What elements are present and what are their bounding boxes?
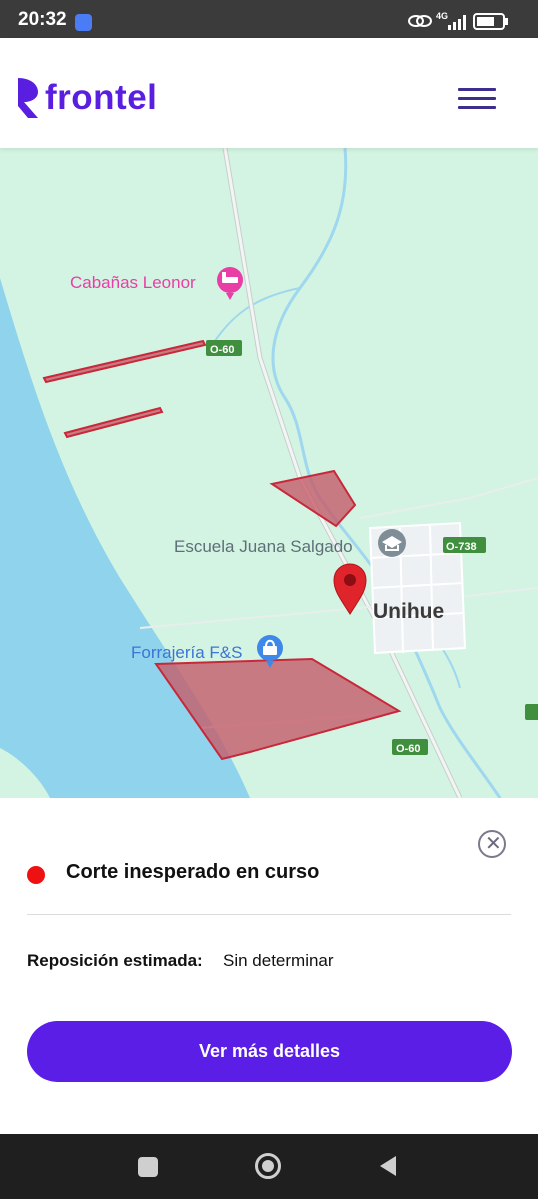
restore-estimate-value: Sin determinar (223, 951, 334, 970)
close-glyph: ✕ (485, 833, 502, 855)
road-shield: O-60 (206, 340, 242, 356)
restore-estimate-label: Reposición estimada: (27, 951, 203, 970)
place-label-school[interactable]: Escuela Juana Salgado (174, 537, 353, 556)
close-circle-icon[interactable]: ✕ (478, 830, 506, 858)
road-label: O-60 (396, 743, 420, 755)
panel-divider (27, 914, 511, 915)
menu-line (458, 88, 496, 91)
home-icon[interactable] (255, 1153, 281, 1179)
menu-line (458, 97, 496, 100)
back-icon[interactable] (378, 1154, 398, 1183)
place-label-cabin[interactable]: Cabañas Leonor (70, 273, 196, 292)
road-shield: O-60 (392, 739, 428, 755)
recent-apps-icon[interactable] (138, 1157, 158, 1177)
school-icon[interactable] (378, 529, 406, 557)
app-header: frontel (0, 38, 538, 148)
status-time: 20:32 (18, 9, 67, 30)
hotspot-link-icon (408, 15, 432, 27)
battery-icon (473, 13, 508, 30)
signal-icon (448, 15, 466, 30)
place-label-store[interactable]: Forrajería F&S (131, 643, 242, 662)
outage-status-title: Corte inesperado en curso (66, 861, 320, 883)
menu-line (458, 106, 496, 109)
road-label: O-738 (446, 541, 477, 553)
system-nav-bar (0, 1134, 538, 1199)
brand-name[interactable]: frontel (45, 78, 157, 118)
road-label: O-60 (210, 344, 234, 356)
outage-map[interactable]: Cabañas Leonor Escuela Juana Salgado For… (0, 148, 538, 798)
road-shield (525, 704, 538, 720)
view-details-button[interactable]: Ver más detalles (27, 1021, 512, 1082)
road-shield: O-738 (443, 537, 486, 553)
outage-status-dot (27, 866, 45, 884)
status-icons: 4G (408, 10, 518, 30)
status-bar: 20:32 4G (0, 0, 538, 38)
frontel-logo-icon[interactable] (16, 76, 40, 125)
hamburger-menu-icon[interactable] (458, 88, 496, 112)
network-type: 4G (436, 11, 448, 21)
place-label-town[interactable]: Unihue (373, 600, 444, 623)
sync-badge-icon (75, 14, 92, 31)
